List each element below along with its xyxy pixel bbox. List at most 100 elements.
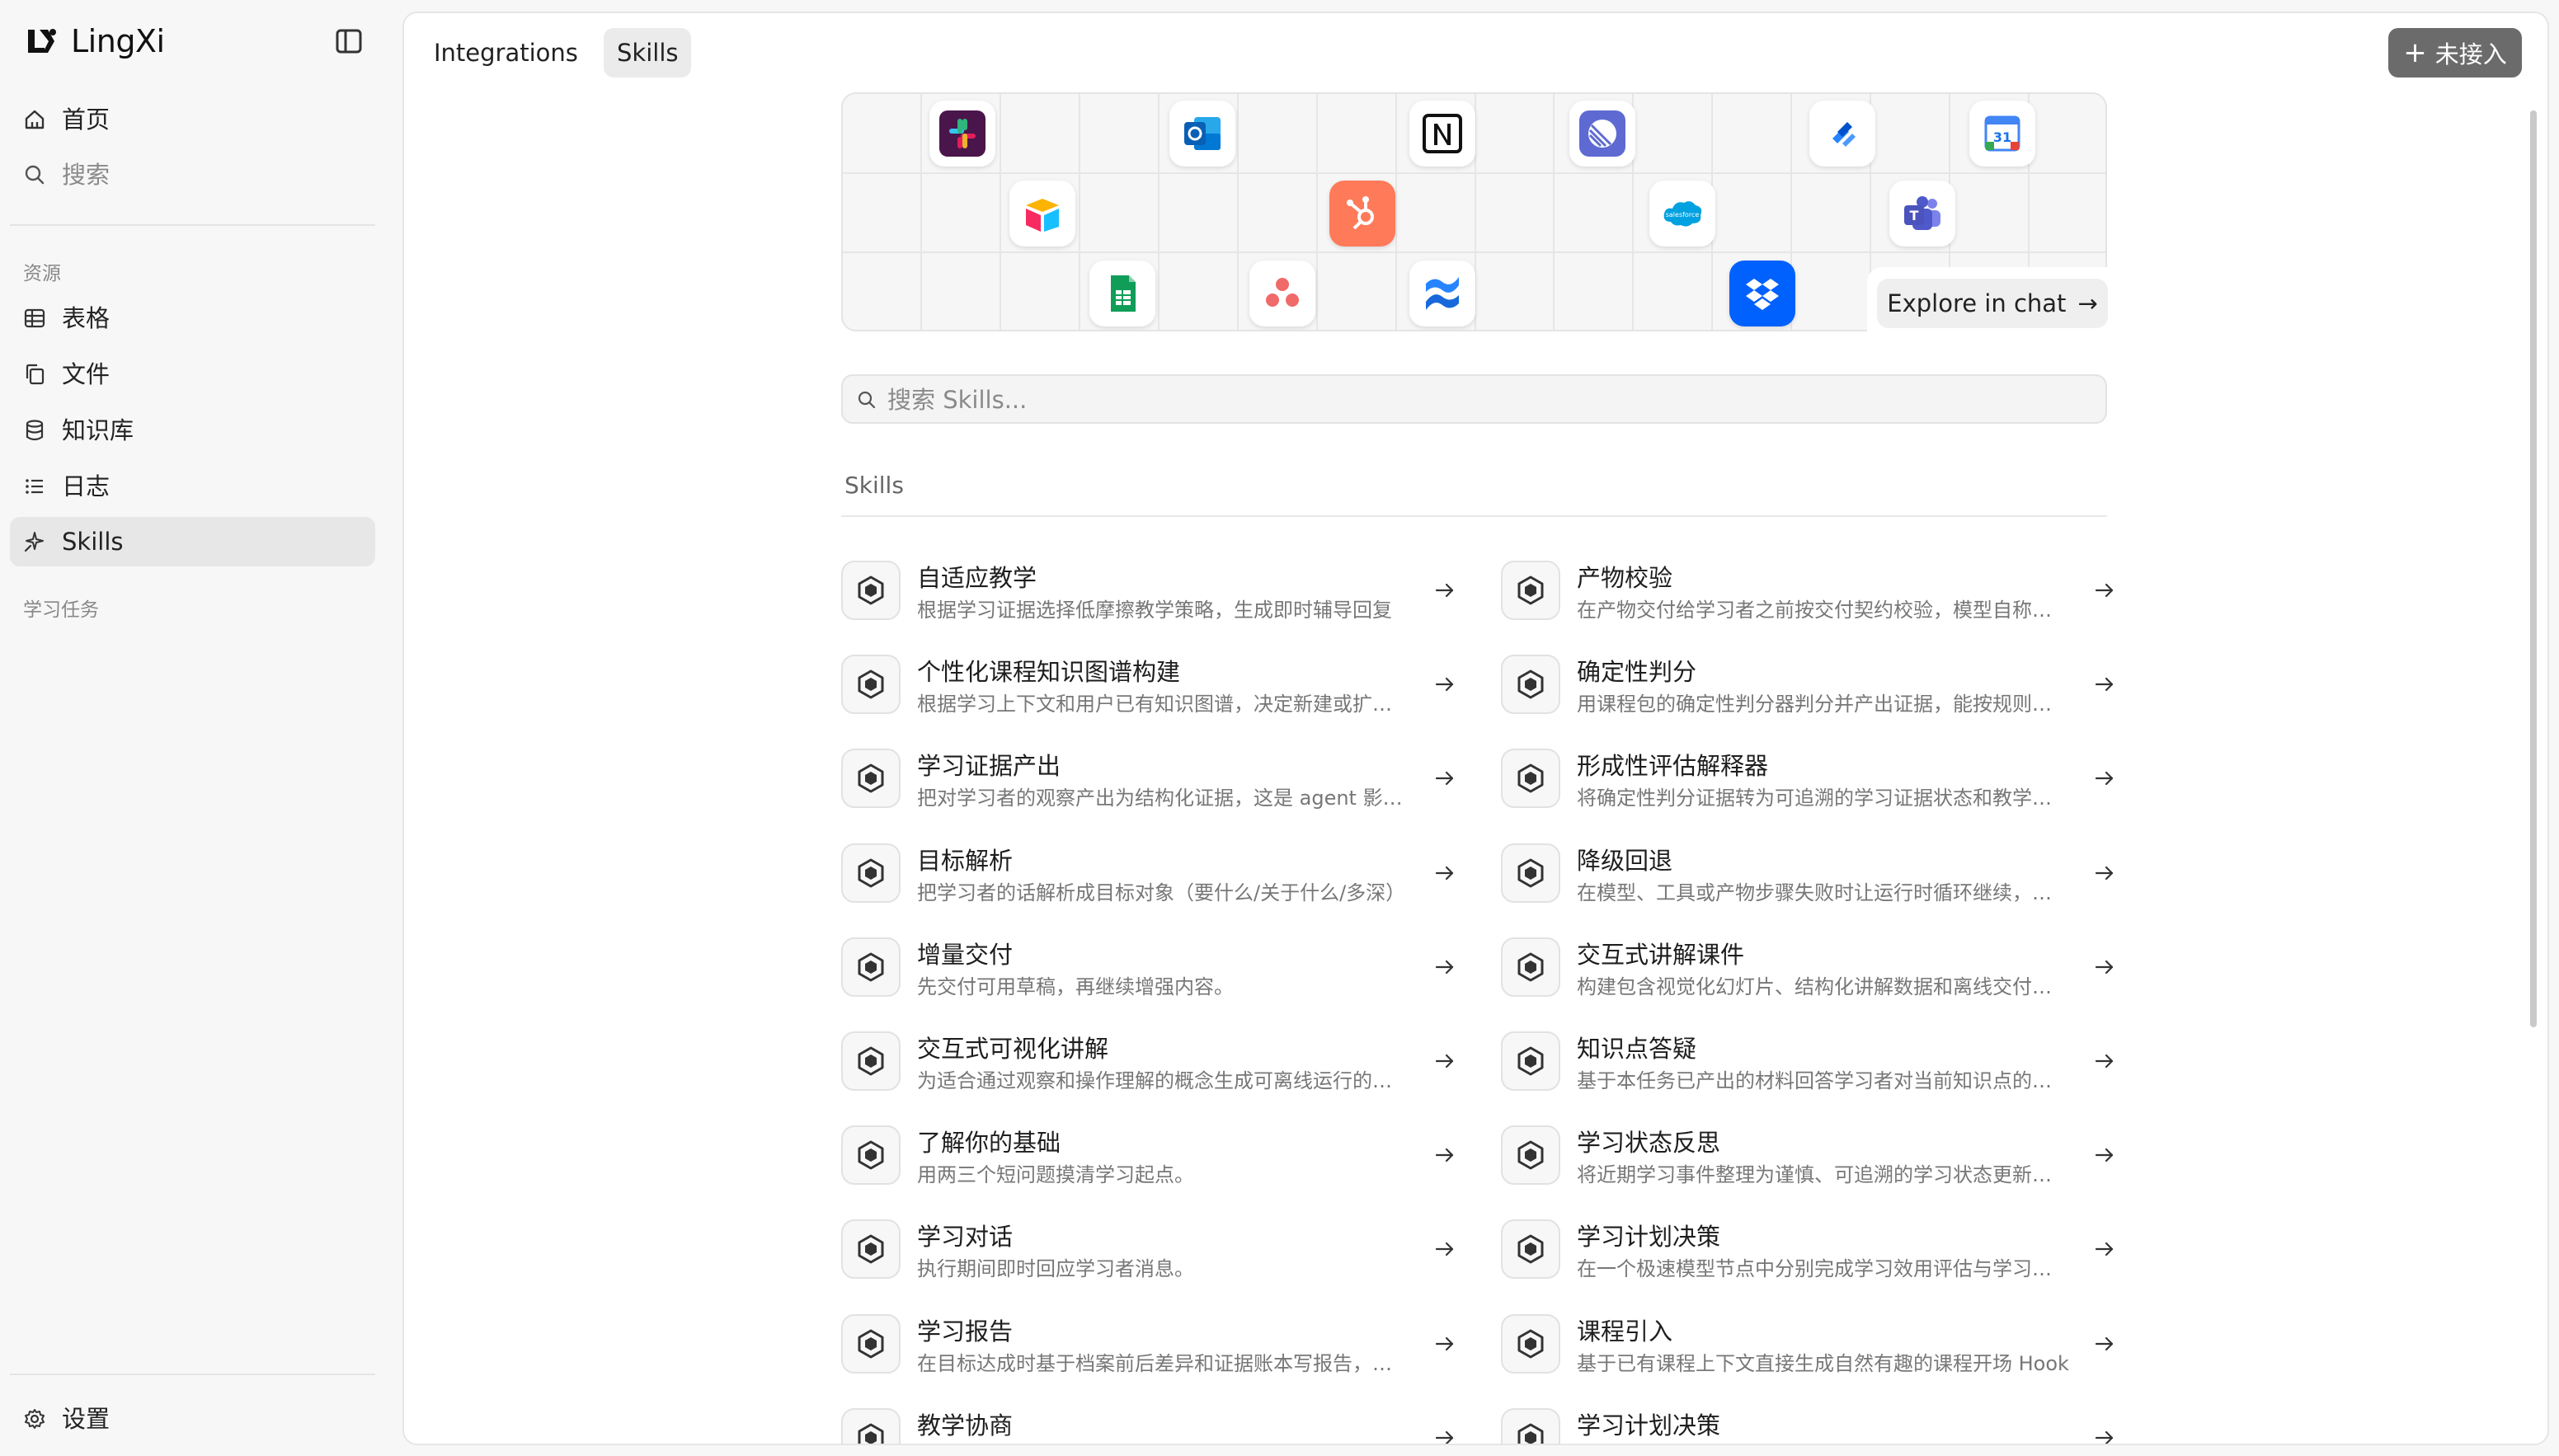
sidebar-item-label: 首页 — [62, 106, 111, 134]
grid-cell — [2030, 94, 2105, 174]
grid-cell — [2030, 174, 2105, 254]
skill-hexagon-icon — [841, 937, 901, 997]
tab-skills[interactable]: Skills — [604, 28, 692, 77]
linear-icon[interactable] — [1569, 101, 1635, 167]
arrow-right-icon[interactable] — [2093, 579, 2116, 602]
sidebar-item-logs[interactable]: 日志 — [10, 462, 375, 511]
skill-item[interactable]: 交互式可视化讲解 为适合通过观察和操作理解的概念生成可离线运行的交互页面 — [841, 1028, 1461, 1101]
skill-item[interactable]: 了解你的基础 用两三个短问题摸清学习起点。 — [841, 1122, 1461, 1195]
skill-description: 根据学习上下文和用户已有知识图谱，决定新建或扩展图谱 — [917, 693, 1410, 716]
skill-item[interactable]: 目标解析 把学习者的话解析成目标对象（要什么/关于什么/多深） — [841, 840, 1461, 913]
arrow-right-icon[interactable] — [1433, 1426, 1456, 1444]
arrow-right-icon[interactable] — [1433, 673, 1456, 696]
sidebar-item-search[interactable]: 搜索 — [10, 150, 375, 200]
sidebar-item-home[interactable]: 首页 — [10, 95, 375, 144]
skills-search[interactable] — [841, 374, 2107, 424]
skill-title: 增量交付 — [917, 940, 1014, 969]
skill-item[interactable]: 学习状态反思 将近期学习事件整理为谨慎、可追溯的学习状态更新建议 — [1501, 1122, 2121, 1195]
skill-item[interactable]: 学习证据产出把对学习者的观察产出为结构化证据，这是 agent 影响学习状态的唯… — [841, 745, 1461, 818]
sidebar-item-settings[interactable]: 设置 — [10, 1394, 375, 1444]
skill-description: 基于本任务已产出的材料回答学习者对当前知识点的疑问 — [1577, 1069, 2070, 1092]
skill-hexagon-icon — [1501, 655, 1560, 715]
grid-cell — [1792, 173, 1872, 254]
sidebar-item-label: 文件 — [62, 360, 111, 388]
tab-integrations[interactable]: Integrations — [421, 28, 591, 77]
skill-item[interactable]: 课程引入 基于已有课程上下文直接生成自然有趣的课程开场 Hook — [1501, 1311, 2121, 1383]
dropbox-icon[interactable] — [1729, 261, 1795, 326]
microsoft-teams-icon[interactable]: T — [1889, 181, 1955, 247]
google-sheets-icon[interactable] — [1089, 261, 1155, 326]
grid-cell — [1080, 94, 1160, 174]
arrow-right-icon[interactable] — [1433, 1050, 1456, 1073]
skill-hexagon-icon — [1501, 843, 1560, 903]
grid-cell — [1792, 253, 1872, 330]
skill-description: 在一个极速模型节点中分别完成学习效用评估与学习计划决策 — [1577, 1257, 2070, 1281]
airtable-icon[interactable] — [1009, 181, 1075, 247]
sidebar-item-skills[interactable]: Skills — [10, 517, 375, 566]
skill-title: 学习计划决策 — [1577, 1411, 1721, 1440]
grid-cell — [922, 253, 1001, 330]
arrow-right-icon[interactable] — [2093, 1144, 2116, 1167]
confluence-icon[interactable] — [1409, 261, 1475, 326]
skill-item[interactable]: 学习计划决策 在一个极速模型节点中分别完成学习效用评估与学习计划决策 — [1501, 1216, 2121, 1289]
arrow-right-icon[interactable] — [1433, 1332, 1456, 1355]
brand[interactable]: LingXi — [23, 20, 165, 63]
skill-item[interactable]: 产物校验在产物交付给学习者之前按交付契约校验，模型自称完成不算数 — [1501, 557, 2121, 630]
skill-item[interactable]: 教学协商当系统打算偏离用户字面要求时，写出理由并协商 — [841, 1405, 1461, 1444]
arrow-right-icon[interactable] — [1433, 956, 1456, 979]
grid-cell — [1950, 173, 2030, 254]
arrow-right-icon[interactable] — [2093, 673, 2116, 696]
arrow-right-icon[interactable] — [2093, 767, 2116, 790]
explore-in-chat-button[interactable]: Explore in chat → — [1877, 279, 2108, 328]
search-input[interactable] — [887, 383, 2091, 417]
database-icon — [26, 420, 44, 441]
arrow-right-icon[interactable] — [1433, 1238, 1456, 1261]
grid-cell — [1634, 253, 1714, 330]
salesforce-icon[interactable]: salesforce — [1649, 181, 1715, 247]
sidebar-toggle-icon[interactable] — [332, 26, 366, 56]
skill-item[interactable]: 降级回退在模型、工具或产物步骤失败时让运行时循环继续，给出降级结果 — [1501, 840, 2121, 913]
skill-title: 学习状态反思 — [1577, 1129, 1721, 1158]
jira-icon[interactable] — [1809, 101, 1875, 167]
skill-item[interactable]: 学习对话 执行期间即时回应学习者消息。 — [841, 1216, 1461, 1289]
skill-description: 构建包含视觉化幻灯片、结构化讲解数据和离线交付包的课件 — [1577, 975, 2070, 998]
notion-icon[interactable] — [1409, 101, 1475, 167]
arrow-right-icon[interactable] — [2093, 956, 2116, 979]
sidebar-item-files[interactable]: 文件 — [10, 350, 375, 399]
outlook-icon[interactable] — [1169, 101, 1235, 167]
skill-item[interactable]: 知识点答疑 基于本任务已产出的材料回答学习者对当前知识点的疑问 — [1501, 1028, 2121, 1101]
arrow-right-icon[interactable] — [1433, 579, 1456, 602]
arrow-right-icon[interactable] — [1433, 767, 1456, 790]
skill-item[interactable]: 学习报告在目标达成时基于档案前后差异和证据账本写报告，给出下一步 — [841, 1311, 1461, 1383]
skill-item[interactable]: 个性化课程知识图谱构建 根据学习上下文和用户已有知识图谱，决定新建或扩展图谱 — [841, 651, 1461, 724]
arrow-right-icon[interactable] — [2093, 1332, 2116, 1355]
arrow-right-icon[interactable] — [1433, 862, 1456, 885]
grid-cell — [1159, 173, 1239, 254]
slack-icon[interactable] — [929, 101, 995, 167]
arrow-right-icon[interactable] — [2093, 862, 2116, 885]
sidebar-item-knowledge-base[interactable]: 知识库 — [10, 406, 375, 455]
sidebar-item-tables[interactable]: 表格 — [10, 294, 375, 343]
skill-item[interactable]: 确定性判分 用课程包的确定性判分器判分并产出证据，能按规则判定 — [1501, 651, 2121, 724]
connect-button[interactable]: + 未接入 — [2388, 28, 2522, 77]
arrow-right-icon[interactable] — [1433, 1144, 1456, 1167]
skill-item[interactable]: 形成性评估解释器 将确定性判分证据转为可追溯的学习证据状态和教学建议 — [1501, 745, 2121, 818]
skill-description: 把对学习者的观察产出为结构化证据，这是 agent 影响学习状态的唯一途径 — [917, 787, 1410, 810]
asana-icon[interactable] — [1249, 261, 1315, 326]
arrow-right-icon[interactable] — [2093, 1238, 2116, 1261]
skill-item[interactable]: 自适应教学 根据学习证据选择低摩擦教学策略，生成即时辅导回复 — [841, 557, 1461, 630]
skill-item[interactable]: 学习计划决策在一个极速模型节点中分别完成学习效用评估与学习计划 — [1501, 1405, 2121, 1444]
arrow-right-icon[interactable] — [2093, 1050, 2116, 1073]
skill-item[interactable]: 增量交付 先交付可用草稿，再继续增强内容。 — [841, 934, 1461, 1007]
skill-hexagon-icon — [1501, 1407, 1560, 1444]
skill-title: 交互式讲解课件 — [1577, 940, 1745, 969]
google-calendar-icon[interactable]: 31 — [1969, 101, 2035, 167]
grid-cell — [843, 94, 922, 174]
hubspot-icon[interactable] — [1329, 181, 1395, 247]
sidebar-divider — [10, 1374, 375, 1375]
svg-text:salesforce: salesforce — [1666, 211, 1700, 218]
sidebar: LingXi 首页 搜索 资源 表格 文件 知识库 日志 Skills 学习任务… — [0, 0, 388, 1456]
skill-item[interactable]: 交互式讲解课件构建包含视觉化幻灯片、结构化讲解数据和离线交付包的课件 — [1501, 934, 2121, 1007]
scrollbar-thumb[interactable] — [2530, 110, 2537, 1027]
arrow-right-icon[interactable] — [2093, 1426, 2116, 1444]
